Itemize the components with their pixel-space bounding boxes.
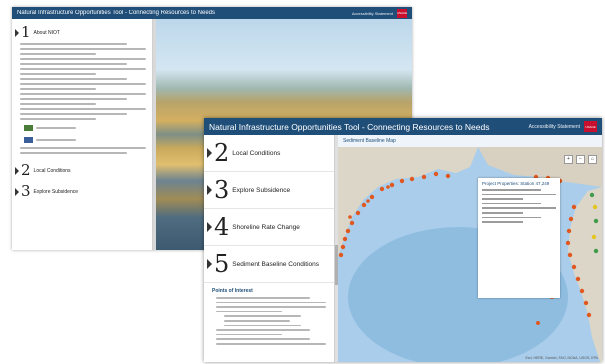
points-of-interest-heading: Points of Interest — [212, 288, 253, 294]
map-canvas[interactable]: + − ⌂ Project Properties: Station 47,249… — [338, 147, 602, 362]
section-arrow-icon — [15, 28, 19, 37]
home-icon[interactable]: ⌂ — [588, 155, 597, 164]
section-label: Explore Subsidence — [232, 186, 291, 194]
section-arrow-icon — [207, 148, 212, 158]
section-local-conditions[interactable]: 2 Local Conditions — [12, 157, 152, 178]
section-arrow-icon — [207, 185, 212, 195]
section-arrow-icon — [207, 259, 212, 269]
accessibility-link[interactable]: Accessibility Statement — [352, 11, 393, 16]
app-title: Natural Infrastructure Opportunities Too… — [17, 10, 215, 16]
section-explore-subsidence[interactable]: 3 Explore Subsidence — [12, 178, 152, 199]
map-panel: Sediment Baseline Map + − ⌂ Project Prop… — [338, 135, 602, 362]
legend-item — [24, 124, 152, 132]
story-panel: 1 About NIOT 2 Local Conditions 3 Explor… — [12, 19, 153, 250]
map-svg[interactable] — [338, 147, 602, 362]
about-text — [20, 43, 146, 120]
section-local-conditions[interactable]: 2 Local Conditions — [204, 135, 334, 172]
points-of-interest-list — [216, 297, 326, 345]
app-header: Natural Infrastructure Opportunities Too… — [204, 118, 602, 135]
section-about[interactable]: 1 About NIOT — [12, 19, 152, 40]
section-label: Local Conditions — [33, 167, 71, 174]
section-number: 3 — [214, 176, 230, 204]
section-sediment-baseline[interactable]: 5 Sediment Baseline Conditions — [204, 246, 334, 283]
section-arrow-icon — [15, 166, 19, 175]
section-number: 4 — [214, 213, 230, 241]
front-story-window: Natural Infrastructure Opportunities Too… — [204, 118, 602, 362]
section-label: About NIOT — [33, 29, 60, 36]
feature-popup: Project Properties: Station 47,249 — [478, 178, 560, 298]
legend-swatch-icon — [24, 125, 33, 131]
section-label: Shoreline Rate Change — [232, 223, 300, 231]
zoom-in-icon[interactable]: + — [564, 155, 573, 164]
usace-logo: USACE — [397, 8, 407, 18]
zoom-out-icon[interactable]: − — [576, 155, 585, 164]
map-title: Sediment Baseline Map — [343, 138, 396, 144]
section-number: 5 — [214, 250, 230, 278]
map-attribution: Esri, HERE, Garmin, FAO, NOAA, USGS, EPA — [525, 356, 598, 360]
app-header: Natural Infrastructure Opportunities Too… — [12, 7, 412, 19]
map-controls: + − ⌂ — [564, 155, 597, 164]
section-number: 2 — [21, 161, 31, 179]
usace-logo: USACE — [584, 121, 597, 132]
section-label: Local Conditions — [232, 149, 281, 157]
section-arrow-icon — [207, 222, 212, 232]
legend-swatch-icon — [24, 137, 33, 143]
app-title: Natural Infrastructure Opportunities Too… — [209, 121, 490, 132]
section-label: Explore Subsidence — [33, 188, 79, 195]
story-panel: 2 Local Conditions 3 Explore Subsidence … — [204, 135, 335, 362]
section-number: 2 — [214, 139, 230, 167]
popup-title: Project Properties: Station 47,249 — [482, 181, 550, 186]
about-footnote — [20, 147, 146, 154]
section-number: 1 — [21, 23, 31, 41]
section-number: 3 — [21, 182, 31, 200]
accessibility-link[interactable]: Accessibility Statement — [529, 124, 580, 130]
section-explore-subsidence[interactable]: 3 Explore Subsidence — [204, 172, 334, 209]
legend-item — [24, 136, 152, 144]
section-arrow-icon — [15, 187, 19, 196]
section-label: Sediment Baseline Conditions — [232, 260, 319, 268]
section-shoreline-rate-change[interactable]: 4 Shoreline Rate Change — [204, 209, 334, 246]
